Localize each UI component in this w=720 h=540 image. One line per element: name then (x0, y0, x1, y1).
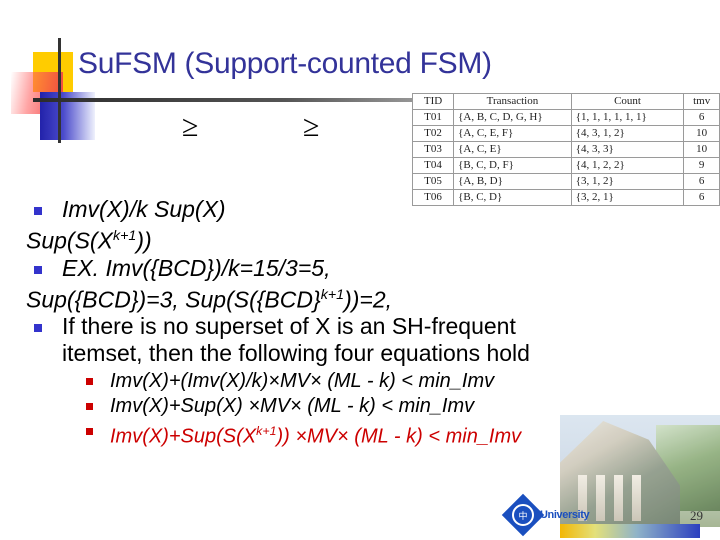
footer-gradient-bar (560, 524, 700, 538)
column-header-tmv: tmv (683, 93, 720, 110)
cell-transaction: {A, B, D} (453, 173, 572, 190)
cell-tmv: 6 (683, 173, 720, 190)
example-sup-tail: ))=2, (344, 286, 392, 313)
cell-count: {1, 1, 1, 1, 1, 1} (570, 109, 685, 126)
cell-tid: T01 (411, 109, 455, 126)
slide-canvas: SuFSM (Support-counted FSM) ≥ ≥ TID Tran… (0, 0, 720, 540)
bullet-square-icon (34, 207, 42, 215)
eq3-tail: )) ×MV× (ML - k) < min_Imv (276, 425, 522, 448)
cell-count: {4, 1, 2, 2} (570, 157, 685, 174)
cell-tmv: 6 (683, 109, 720, 126)
formula-sup-tail: )) (136, 227, 152, 254)
formula-sup-prefix: Sup(S(X (26, 227, 113, 254)
sub-bullet-equation-3: Imv(X)+Sup(S(Xk+1)) ×MV× (ML - k) < min_… (84, 419, 656, 450)
watermark-column (632, 475, 641, 521)
bullet-text-line: Imv(X)/k Sup(X) (62, 196, 226, 222)
decoration-vertical-rule (58, 38, 61, 143)
bullet-text-line: EX. Imv({BCD})/k=15/3=5, (62, 254, 331, 281)
transaction-table: TID Transaction Count tmv T01 {A, B, C, … (411, 93, 720, 206)
bullet-square-icon (34, 324, 42, 333)
watermark-trees (656, 425, 720, 511)
greater-equal-symbol-2: ≥ (303, 110, 320, 143)
sub-bullet-text: Imv(X)+Sup(X) ×MV× (ML - k) < min_Imv (110, 395, 475, 418)
cell-tmv: 6 (683, 189, 720, 206)
university-logo-text: University (540, 509, 590, 521)
table-row: T05 {A, B, D} {3, 1, 2} 6 (411, 173, 720, 190)
sub-bullet-equation-1: Imv(X)+(Imv(X)/k)×MV× (ML - k) < min_Imv (84, 369, 656, 394)
page-title: SuFSM (Support-counted FSM) (78, 47, 492, 80)
cell-tid: T05 (411, 173, 455, 190)
bullet-item-formula: Imv(X)/k Sup(X) Sup(S(Xk+1)) (26, 196, 656, 255)
example-superscript: k+1 (320, 286, 345, 303)
watermark-column (596, 475, 605, 521)
cell-tid: T03 (411, 141, 455, 158)
cell-tid: T02 (411, 125, 455, 142)
column-header-transaction: Transaction (453, 93, 572, 110)
bullet-square-icon (86, 403, 93, 411)
cell-transaction: {A, B, C, D, G, H} (453, 109, 572, 126)
watermark-column (614, 475, 623, 521)
logo-mark-glyph: 中 (512, 504, 534, 526)
cell-tmv: 9 (683, 157, 720, 174)
cell-count: {4, 3, 1, 2} (570, 125, 685, 142)
cell-tmv: 10 (683, 125, 720, 142)
greater-equal-symbol-1: ≥ (182, 110, 199, 143)
cell-count: {3, 1, 2} (570, 173, 685, 190)
bullet-text-continuation: Sup({BCD})=3, Sup(S({BCD}k+1))=2, (26, 282, 656, 314)
column-header-tid: TID (411, 93, 455, 110)
bullet-square-icon (34, 265, 42, 274)
sub-bullet-text: Imv(X)+(Imv(X)/k)×MV× (ML - k) < min_Imv (110, 370, 495, 393)
formula-superscript: k+1 (112, 228, 137, 244)
eq3-superscript: k+1 (256, 424, 277, 439)
table-row: T03 {A, C, E} {4, 3, 3} 10 (411, 141, 720, 158)
bullet-square-icon (86, 428, 93, 436)
table-row: T02 {A, C, E, F} {4, 3, 1, 2} 10 (411, 125, 720, 142)
column-header-count: Count (570, 93, 685, 110)
table-row: T01 {A, B, C, D, G, H} {1, 1, 1, 1, 1, 1… (411, 109, 720, 126)
university-logo-icon: 中 (501, 493, 545, 537)
cell-transaction: {B, C, D, F} (453, 157, 572, 174)
cell-transaction: {A, C, E, F} (453, 125, 572, 142)
bullet-item-example: EX. Imv({BCD})/k=15/3=5, Sup({BCD})=3, S… (26, 255, 656, 314)
bullet-text-continuation: Sup(S(Xk+1)) (26, 223, 656, 255)
table-header-row: TID Transaction Count tmv (411, 93, 720, 110)
cell-transaction: {A, C, E} (453, 141, 572, 158)
table-row: T04 {B, C, D, F} {4, 1, 2, 2} 9 (411, 157, 720, 174)
cell-tid: T04 (411, 157, 455, 174)
eq3-prefix: Imv(X)+Sup(S(X (110, 425, 257, 448)
example-sup-prefix: Sup({BCD})=3, Sup(S({BCD} (26, 286, 321, 313)
bullet-square-icon (86, 378, 93, 386)
cell-count: {4, 3, 3} (570, 141, 685, 158)
sub-bullet-equation-2: Imv(X)+Sup(X) ×MV× (ML - k) < min_Imv (84, 394, 656, 419)
bullet-text-line: If there is no superset of X is an SH-fr… (62, 313, 516, 340)
slide-body: Imv(X)/k Sup(X) Sup(S(Xk+1)) EX. Imv({BC… (26, 196, 656, 450)
sub-bullet-group: Imv(X)+(Imv(X)/k)×MV× (ML - k) < min_Imv… (26, 369, 656, 450)
bullet-item-condition: If there is no superset of X is an SH-fr… (26, 313, 656, 367)
cell-tmv: 10 (683, 141, 720, 158)
page-number: 29 (690, 508, 703, 523)
sub-bullet-text: Imv(X)+Sup(S(Xk+1)) ×MV× (ML - k) < min_… (84, 419, 656, 450)
bullet-text-line-2: itemset, then the following four equatio… (62, 340, 530, 367)
